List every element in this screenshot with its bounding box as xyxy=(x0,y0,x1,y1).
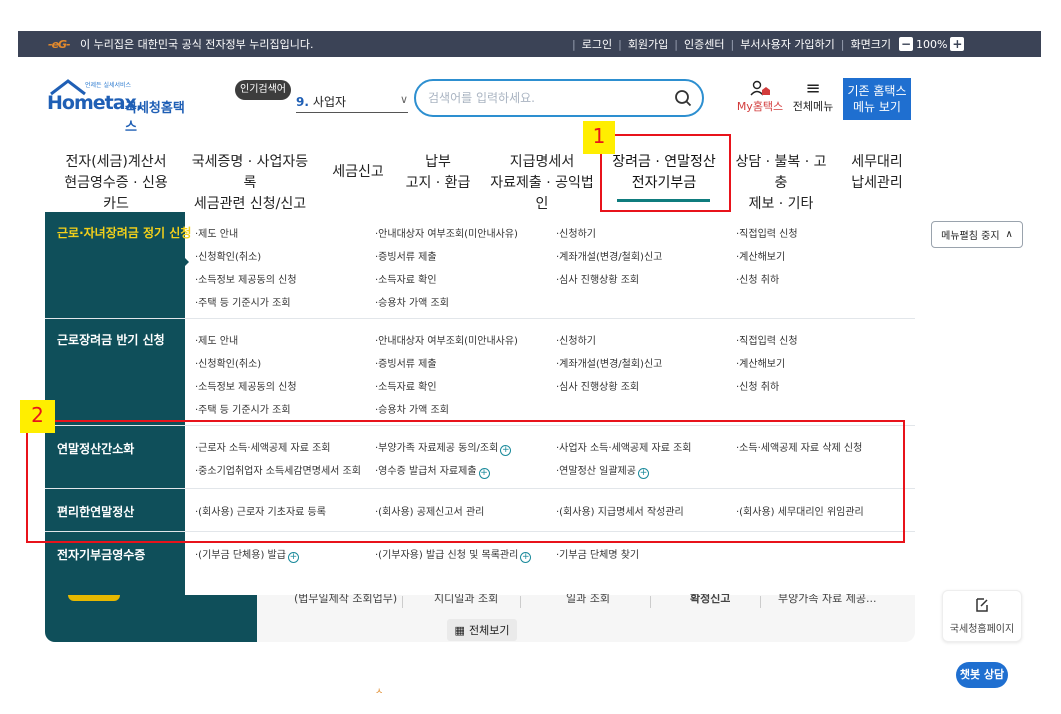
dept-user-signup-link[interactable]: 부서사용자 가입하기 xyxy=(740,36,835,52)
mega-row-title[interactable]: 근로·자녀장려금 정기 신청 xyxy=(57,224,191,241)
quick-service-item[interactable]: 일과 조회 xyxy=(566,594,610,606)
menu-link[interactable]: ·소득자료 확인 xyxy=(375,271,437,286)
zoom-value: 100% xyxy=(916,37,948,51)
chatbot-button[interactable]: 챗봇 상담 xyxy=(956,662,1008,688)
callout-label-2: 2 xyxy=(20,400,55,433)
hamburger-icon: ≡ xyxy=(805,78,821,99)
menu-link[interactable]: ·제도 안내 xyxy=(195,225,238,240)
grid-icon: ▦ xyxy=(454,623,465,637)
gov-logo: -eG- xyxy=(48,38,71,51)
mega-row-title[interactable]: 전자기부금영수증 xyxy=(57,546,145,563)
menu-link[interactable]: ·안내대상자 여부조회(미안내사유) xyxy=(375,225,518,240)
menu-link[interactable]: ·증빙서류 제출 xyxy=(375,355,437,370)
document-edit-icon xyxy=(976,598,988,612)
menu-link[interactable]: ·직접입력 신청 xyxy=(736,225,798,240)
screen-size-label: 화면크기 xyxy=(850,38,891,51)
menu-link[interactable]: ·신청 취하 xyxy=(736,378,779,393)
callout-label-1: 1 xyxy=(583,121,615,154)
quick-service-highlight xyxy=(68,595,120,601)
mega-row-half-year-incentive: 근로장려금 반기 신청 ·제도 안내 ·안내대상자 여부조회(미안내사유) ·신… xyxy=(45,319,915,426)
menu-link[interactable]: ·소득정보 제공동의 신청 xyxy=(195,378,297,393)
menu-link[interactable]: ·신청확인(취소) xyxy=(195,248,261,263)
menu-link[interactable]: ·심사 진행상황 조회 xyxy=(556,378,639,393)
nav-consultation[interactable]: 상담 · 불복 · 고충 제보 · 기타 xyxy=(735,152,827,215)
nav-tax-return[interactable]: 세금신고 xyxy=(332,162,384,183)
login-link[interactable]: 로그인 xyxy=(582,36,612,52)
menu-link[interactable]: ·신청하기 xyxy=(556,332,596,347)
menu-link[interactable]: ·소득자료 확인 xyxy=(375,378,437,393)
old-menu-button[interactable]: 기존 홈택스 메뉴 보기 xyxy=(843,78,911,120)
popular-search-select[interactable]: 9. 사업자 ∨ xyxy=(296,91,408,113)
menu-link[interactable]: ·(기부자용) 발급 신청 및 목록관리 + xyxy=(375,546,532,563)
logo-korean: 국세청홈택스 xyxy=(125,101,185,135)
all-menu-button[interactable]: ≡ 전체메뉴 xyxy=(792,80,834,120)
menu-link[interactable]: ·신청 취하 xyxy=(736,271,779,286)
menu-link[interactable]: ·신청확인(취소) xyxy=(195,355,261,370)
menu-link[interactable]: ·주택 등 기준시가 조회 xyxy=(195,294,291,309)
plus-circle-icon: + xyxy=(520,552,532,563)
menu-link[interactable]: ·계좌개설(변경/철회)신고 xyxy=(556,248,662,263)
plus-circle-icon: + xyxy=(287,552,299,563)
zoom-out-button[interactable]: − xyxy=(899,37,913,51)
mega-row-regular-incentive: 근로·자녀장려금 정기 신청 ·제도 안내 ·안내대상자 여부조회(미안내사유)… xyxy=(45,212,915,319)
nav-tax-agent[interactable]: 세무대리 납세관리 xyxy=(848,152,906,194)
nav-certificates[interactable]: 국세증명 · 사업자등록 세금관련 신청/신고 xyxy=(190,152,310,215)
menu-link[interactable]: ·계산해보기 xyxy=(736,355,785,370)
auth-center-link[interactable]: 인증센터 xyxy=(684,36,724,52)
callout-box-1 xyxy=(600,134,731,212)
menu-link[interactable]: ·승용차 가액 조회 xyxy=(375,401,449,416)
menu-link[interactable]: ·계산해보기 xyxy=(736,248,785,263)
popular-search-tag: 인기검색어 xyxy=(235,80,291,100)
callout-box-2 xyxy=(26,420,905,543)
quick-service-side xyxy=(45,595,257,642)
menu-link[interactable]: ·제도 안내 xyxy=(195,332,238,347)
chevron-up-icon: ∧ xyxy=(1005,229,1013,240)
nts-homepage-button[interactable]: 국세청홈페이지 xyxy=(942,590,1022,642)
nav-payment-statement[interactable]: 지급명세서 자료제출 · 공익법인 xyxy=(488,152,596,215)
menu-link[interactable]: ·신청하기 xyxy=(556,225,596,240)
menu-link[interactable]: ·주택 등 기준시가 조회 xyxy=(195,401,291,416)
quick-service-item[interactable]: (법무일제작 조회업무) xyxy=(294,594,397,606)
quick-service-item[interactable]: 지디일과 조회 xyxy=(434,594,498,606)
nav-e-invoice[interactable]: 전자(세금)계산서 현금영수증 · 신용카드 xyxy=(60,152,172,215)
hometax-logo[interactable]: 언제든 실세서비스 Hometax. 국세청홈택스 xyxy=(45,78,195,135)
signup-link[interactable]: 회원가입 xyxy=(628,36,668,52)
menu-link[interactable]: ·증빙서류 제출 xyxy=(375,248,437,263)
small-mark: ㅅ xyxy=(375,687,384,697)
mega-row-title[interactable]: 근로장려금 반기 신청 xyxy=(57,331,165,348)
chevron-down-icon: ∨ xyxy=(399,93,408,106)
quick-service-item[interactable]: 확정신고 xyxy=(690,594,730,606)
menu-link[interactable]: ·심사 진행상황 조회 xyxy=(556,271,639,286)
nav-payment[interactable]: 납부 고지 · 환급 xyxy=(403,152,473,194)
search-box xyxy=(414,79,704,117)
gov-banner-text: 이 누리집은 대한민국 공식 전자정부 누리집입니다. xyxy=(80,38,314,51)
row-pointer-icon xyxy=(183,256,189,268)
gov-banner: -eG- 이 누리집은 대한민국 공식 전자정부 누리집입니다. | 로그인 |… xyxy=(18,31,1041,57)
zoom-in-button[interactable]: + xyxy=(950,37,965,51)
view-all-button[interactable]: ▦ 전체보기 xyxy=(447,619,517,641)
menu-link[interactable]: ·기부금 단체명 찾기 xyxy=(556,546,639,561)
quick-service-item[interactable]: 부양가족 자료 제공... xyxy=(778,594,876,606)
menu-link[interactable]: ·안내대상자 여부조회(미안내사유) xyxy=(375,332,518,347)
menu-link[interactable]: ·소득정보 제공동의 신청 xyxy=(195,271,297,286)
menu-link[interactable]: ·승용차 가액 조회 xyxy=(375,294,449,309)
page: { "gov_banner": { "logo": "-eG-", "text"… xyxy=(0,0,1061,714)
menu-link[interactable]: ·계좌개설(변경/철회)신고 xyxy=(556,355,662,370)
user-house-icon xyxy=(750,80,770,96)
my-hometax-button[interactable]: My홈택스 xyxy=(735,80,785,120)
search-icon[interactable] xyxy=(674,89,692,107)
search-input[interactable] xyxy=(428,91,668,105)
gov-links: | 로그인 | 회원가입 | 인증센터 | 부서사용자 가입하기 | 화면크기 … xyxy=(572,36,965,52)
menu-expand-stop-button[interactable]: 메뉴펼침 중지 ∧ xyxy=(931,221,1023,248)
menu-link[interactable]: ·직접입력 신청 xyxy=(736,332,798,347)
menu-link[interactable]: ·(기부금 단체용) 발급 + xyxy=(195,546,299,563)
